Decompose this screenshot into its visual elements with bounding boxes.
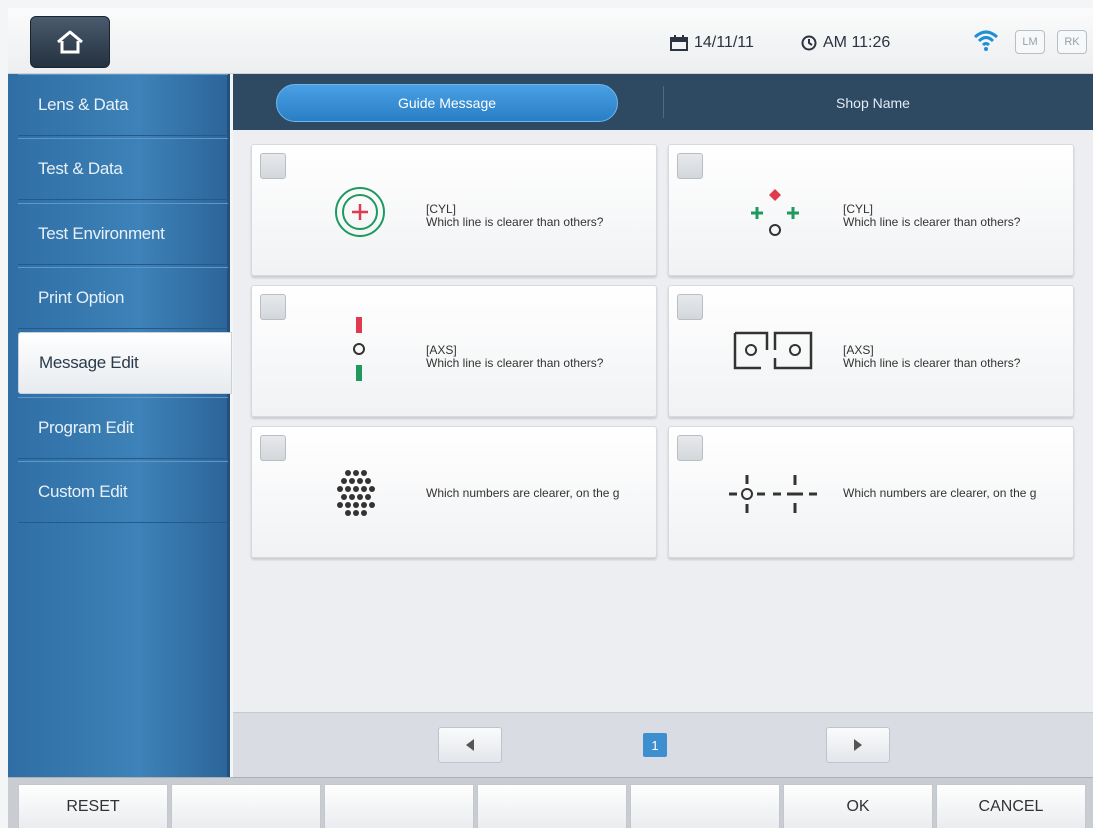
dot-cluster-icon bbox=[337, 470, 375, 516]
sidebar-item-print-option[interactable]: Print Option bbox=[18, 267, 228, 329]
reset-button[interactable]: RESET bbox=[18, 784, 168, 828]
time-text: AM 11:26 bbox=[823, 34, 891, 51]
sidebar-item-message-edit[interactable]: Message Edit bbox=[18, 332, 232, 394]
sidebar-item-program-edit[interactable]: Program Edit bbox=[18, 397, 228, 459]
wifi-status bbox=[973, 29, 999, 51]
date-text: 14/11/11 bbox=[694, 34, 754, 51]
blank-button-2[interactable] bbox=[324, 784, 474, 828]
blank-button-3[interactable] bbox=[477, 784, 627, 828]
sidebar: Lens & Data Test & Data Test Environment… bbox=[8, 74, 232, 777]
cyl-cross-points-icon bbox=[751, 189, 799, 236]
arrow-left-icon bbox=[466, 739, 474, 751]
sidebar-item-test-environment[interactable]: Test Environment bbox=[18, 203, 228, 265]
cancel-button[interactable]: CANCEL bbox=[936, 784, 1086, 828]
axs-bracket-circles-icon bbox=[733, 331, 813, 370]
message-card-cyl-2[interactable]: [CYL] Which line is clearer than others? bbox=[668, 144, 1074, 276]
tab-bar: Guide Message Shop Name bbox=[233, 74, 1093, 130]
tab-shop-name[interactable]: Shop Name bbox=[673, 84, 1073, 122]
message-checkbox[interactable] bbox=[677, 153, 703, 179]
dashed-line-circle-icon bbox=[729, 475, 817, 513]
calendar-icon bbox=[670, 35, 688, 51]
message-checkbox[interactable] bbox=[260, 294, 286, 320]
lm-badge: LM bbox=[1015, 30, 1045, 54]
message-body: Which line is clearer than others? bbox=[843, 356, 1021, 370]
message-card-axs-1[interactable]: [AXS] Which line is clearer than others? bbox=[251, 285, 657, 417]
home-button[interactable] bbox=[30, 16, 110, 68]
message-card-numbers-2[interactable]: Which numbers are clearer, on the g bbox=[668, 426, 1074, 558]
next-page-button[interactable] bbox=[826, 727, 890, 763]
message-text: [AXS] Which line is clearer than others? bbox=[843, 344, 1071, 370]
message-text: [AXS] Which line is clearer than others? bbox=[426, 344, 654, 370]
message-text: [CYL] Which line is clearer than others? bbox=[843, 203, 1071, 229]
sidebar-item-test-data[interactable]: Test & Data bbox=[18, 138, 228, 200]
message-text: Which numbers are clearer, on the g bbox=[426, 487, 654, 500]
prev-page-button[interactable] bbox=[438, 727, 502, 763]
blank-button-1[interactable] bbox=[171, 784, 321, 828]
axs-vertical-bars-icon bbox=[353, 317, 365, 381]
message-checkbox[interactable] bbox=[677, 294, 703, 320]
message-body: Which line is clearer than others? bbox=[426, 356, 604, 370]
app-window: 14/11/11 AM 11:26 LM RK Lens & Data Test… bbox=[0, 0, 1093, 828]
pager: 1 bbox=[233, 712, 1093, 777]
rk-badge: RK bbox=[1057, 30, 1087, 54]
message-body: Which numbers are clearer, on the g bbox=[426, 487, 620, 500]
message-body: Which line is clearer than others? bbox=[843, 215, 1021, 229]
cyl-concentric-circle-icon bbox=[335, 187, 385, 237]
tab-divider bbox=[663, 86, 664, 118]
page-number[interactable]: 1 bbox=[643, 733, 667, 757]
message-checkbox[interactable] bbox=[260, 153, 286, 179]
message-checkbox[interactable] bbox=[677, 435, 703, 461]
message-card-numbers-1[interactable]: Which numbers are clearer, on the g bbox=[251, 426, 657, 558]
message-grid: [CYL] Which line is clearer than others?… bbox=[233, 130, 1093, 712]
top-status-bar: 14/11/11 AM 11:26 LM RK bbox=[8, 8, 1093, 74]
tab-guide-message[interactable]: Guide Message bbox=[276, 84, 618, 122]
sidebar-item-lens-data[interactable]: Lens & Data bbox=[18, 74, 228, 136]
message-text: Which numbers are clearer, on the g bbox=[843, 487, 1071, 500]
ok-button[interactable]: OK bbox=[783, 784, 933, 828]
message-body: Which numbers are clearer, on the g bbox=[843, 487, 1037, 500]
date-display: 14/11/11 bbox=[670, 34, 754, 52]
home-icon bbox=[57, 30, 83, 54]
time-display: AM 11:26 bbox=[801, 34, 890, 52]
wifi-icon bbox=[973, 30, 999, 51]
message-text: [CYL] Which line is clearer than others? bbox=[426, 203, 654, 229]
bottom-action-bar: RESET OK CANCEL bbox=[8, 777, 1093, 828]
message-body: Which line is clearer than others? bbox=[426, 215, 604, 229]
message-card-cyl-1[interactable]: [CYL] Which line is clearer than others? bbox=[251, 144, 657, 276]
message-checkbox[interactable] bbox=[260, 435, 286, 461]
arrow-right-icon bbox=[854, 739, 862, 751]
message-card-axs-2[interactable]: [AXS] Which line is clearer than others? bbox=[668, 285, 1074, 417]
blank-button-4[interactable] bbox=[630, 784, 780, 828]
sidebar-item-custom-edit[interactable]: Custom Edit bbox=[18, 461, 228, 523]
clock-icon bbox=[801, 35, 817, 51]
